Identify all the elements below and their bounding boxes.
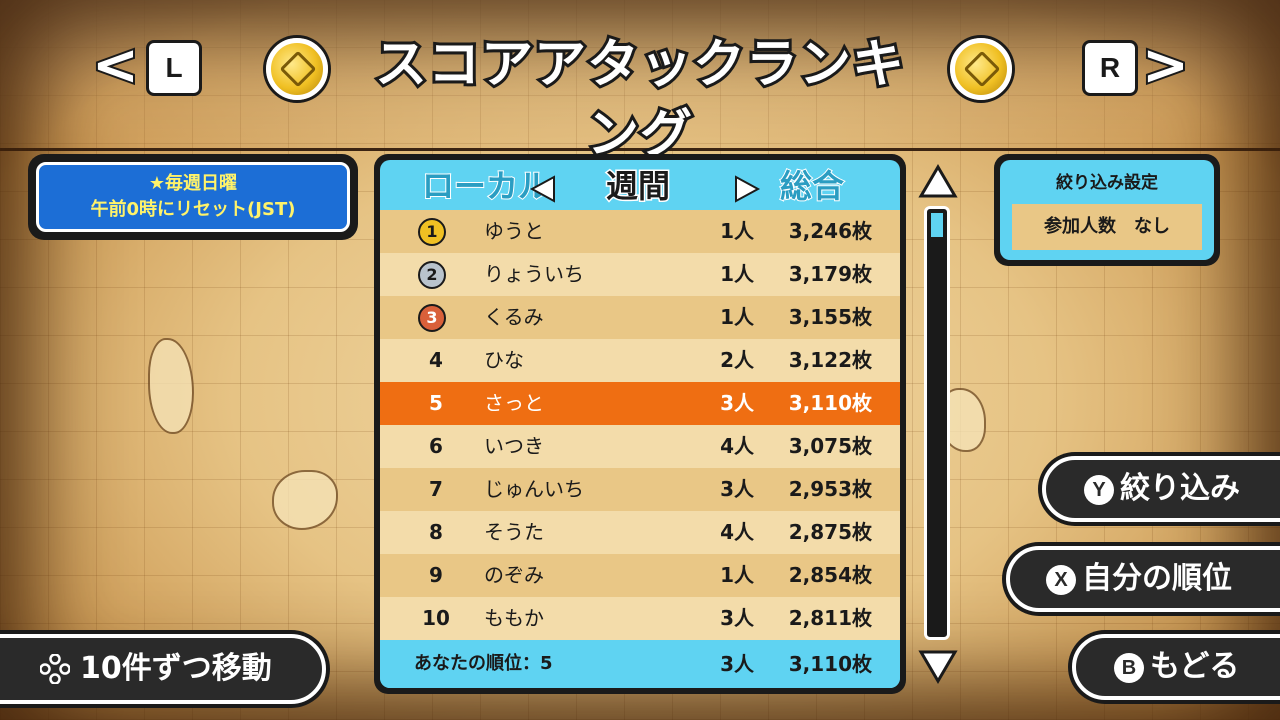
ranking-row[interactable]: 4 ひな 2人 3,122枚 <box>380 339 900 382</box>
rank-number: 6 <box>429 434 443 458</box>
my-rank-button[interactable]: X 自分の順位 <box>1006 546 1280 612</box>
b-button-icon: B <box>1114 653 1144 683</box>
player-count: 3人 <box>720 391 754 415</box>
player-name: さっと <box>484 391 544 415</box>
triangle-left-icon[interactable] <box>528 174 558 204</box>
rank-number: 4 <box>429 348 443 372</box>
player-count: 4人 <box>720 434 754 458</box>
bronze-medal-icon: 3 <box>418 304 446 332</box>
player-score: 2,875枚 <box>788 520 872 544</box>
scroll-up-icon[interactable] <box>918 164 958 200</box>
gold-medal-icon: 1 <box>418 218 446 246</box>
player-score: 3,075枚 <box>788 434 872 458</box>
back-button[interactable]: B もどる <box>1072 634 1280 700</box>
ranking-row[interactable]: 10 ももか 3人 2,811枚 <box>380 597 900 640</box>
rank-number: 8 <box>429 520 443 544</box>
player-count: 1人 <box>720 305 754 329</box>
coin-icon <box>950 38 1012 100</box>
reset-info-box: ★毎週日曜 午前0時にリセット(JST) <box>28 154 358 240</box>
scrollbar-thumb[interactable] <box>931 213 943 237</box>
silver-medal-icon: 2 <box>418 261 446 289</box>
dpad-icon <box>40 654 70 684</box>
reset-info-line2: 午前0時にリセット(JST) <box>90 199 296 220</box>
my-rank-people: 3人 <box>720 652 754 676</box>
ranking-row[interactable]: 1 ゆうと 1人 3,246枚 <box>380 210 900 253</box>
ranking-row-selected[interactable]: 5 さっと 3人 3,110枚 <box>380 382 900 425</box>
player-name: りょういち <box>484 262 584 286</box>
player-score: 3,155枚 <box>788 305 872 329</box>
scroll-down-icon[interactable] <box>918 648 958 684</box>
coin-icon <box>266 38 328 100</box>
player-count: 4人 <box>720 520 754 544</box>
player-score: 2,953枚 <box>788 477 872 501</box>
player-count: 3人 <box>720 477 754 501</box>
triangle-right-icon[interactable] <box>732 174 762 204</box>
player-score: 2,854枚 <box>788 563 872 587</box>
player-name: いつき <box>484 434 544 458</box>
player-name: ゆうと <box>484 219 544 243</box>
filter-button[interactable]: Y 絞り込み <box>1042 456 1280 522</box>
map-island <box>148 338 194 434</box>
player-name: のぞみ <box>484 563 544 587</box>
player-count: 1人 <box>720 219 754 243</box>
r-button[interactable]: R <box>1082 40 1138 96</box>
my-rank-button-label: 自分の順位 <box>1082 561 1232 596</box>
tab-total[interactable]: 総合 <box>779 164 845 208</box>
player-score: 2,811枚 <box>788 606 872 630</box>
player-name: そうた <box>484 520 544 544</box>
period-tabs: ローカル 週間 総合 <box>380 160 900 210</box>
player-score: 3,110枚 <box>788 391 872 415</box>
player-count: 2人 <box>720 348 754 372</box>
reset-info-line1: ★毎週日曜 <box>148 173 238 194</box>
player-score: 3,179枚 <box>788 262 872 286</box>
page-move-button[interactable]: 10件ずつ移動 <box>0 634 326 704</box>
ranking-row[interactable]: 2 りょういち 1人 3,179枚 <box>380 253 900 296</box>
player-name: ひな <box>484 348 524 372</box>
chevron-left-icon[interactable]: < <box>90 34 141 98</box>
tab-weekly[interactable]: 週間 <box>604 164 671 208</box>
map-island <box>272 470 338 530</box>
filter-button-label: 絞り込み <box>1120 471 1240 506</box>
ranking-row[interactable]: 9 のぞみ 1人 2,854枚 <box>380 554 900 597</box>
scrollbar-track[interactable] <box>924 206 950 640</box>
ranking-row[interactable]: 7 じゅんいち 3人 2,953枚 <box>380 468 900 511</box>
player-name: くるみ <box>484 305 544 329</box>
page-title: スコアアタックランキング <box>372 32 907 168</box>
ranking-list: 1 ゆうと 1人 3,246枚 2 りょういち 1人 3,179枚 3 くるみ … <box>380 210 900 640</box>
filter-settings-value: 参加人数 なし <box>1012 204 1202 250</box>
rank-number: 5 <box>429 391 443 415</box>
player-score: 3,246枚 <box>788 219 872 243</box>
rank-number: 9 <box>429 563 443 587</box>
my-rank-footer: あなたの順位：5 3人 3,110枚 <box>380 640 900 688</box>
filter-settings-title: 絞り込み設定 <box>1056 173 1158 193</box>
rank-number: 7 <box>429 477 443 501</box>
ranking-row[interactable]: 6 いつき 4人 3,075枚 <box>380 425 900 468</box>
player-count: 1人 <box>720 563 754 587</box>
my-rank-score: 3,110枚 <box>788 652 872 676</box>
ranking-panel: ローカル 週間 総合 1 ゆうと 1人 3,246枚 2 りょういち 1人 3,… <box>374 154 906 694</box>
back-button-label: もどる <box>1150 649 1240 684</box>
player-name: じゅんいち <box>484 477 584 501</box>
ranking-row[interactable]: 3 くるみ 1人 3,155枚 <box>380 296 900 339</box>
l-button[interactable]: L <box>146 40 202 96</box>
rank-number: 10 <box>422 606 450 630</box>
ranking-row[interactable]: 8 そうた 4人 2,875枚 <box>380 511 900 554</box>
my-rank-label: あなたの順位：5 <box>414 653 553 674</box>
y-button-icon: Y <box>1084 475 1114 505</box>
x-button-icon: X <box>1046 565 1076 595</box>
player-score: 3,122枚 <box>788 348 872 372</box>
player-count: 1人 <box>720 262 754 286</box>
player-name: ももか <box>484 606 544 630</box>
filter-settings-box: 絞り込み設定 参加人数 なし <box>994 154 1220 266</box>
chevron-right-icon[interactable]: > <box>1140 34 1191 98</box>
page-move-label: 10件ずつ移動 <box>80 651 272 686</box>
player-count: 3人 <box>720 606 754 630</box>
